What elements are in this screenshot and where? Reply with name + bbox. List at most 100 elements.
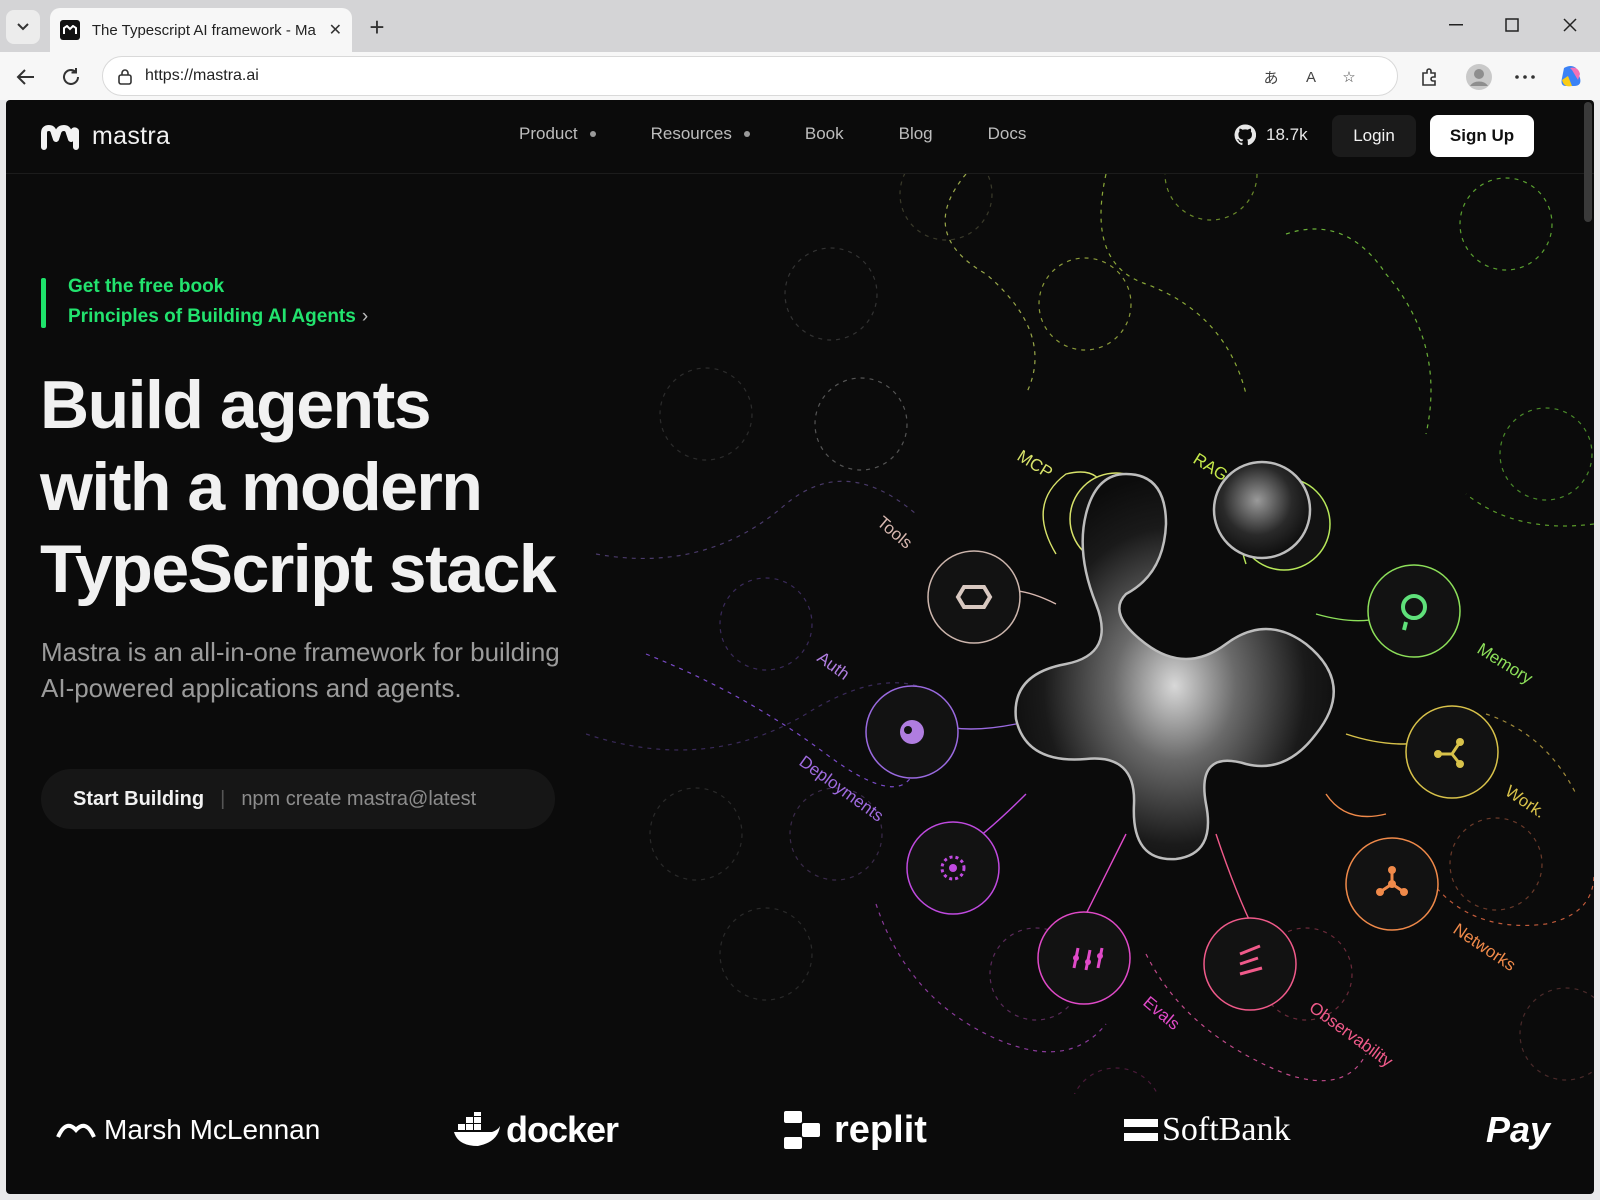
book-promo-line1[interactable]: Get the free book bbox=[68, 276, 224, 298]
headline-line: with a modern bbox=[40, 449, 483, 525]
login-button[interactable]: Login bbox=[1332, 115, 1416, 157]
label-workflows: Work. bbox=[1502, 782, 1549, 822]
read-aloud-icon[interactable]: A bbox=[1299, 66, 1323, 88]
label-tools: Tools bbox=[873, 513, 916, 553]
hero-headline: Build agents with a modern TypeScript st… bbox=[40, 364, 557, 610]
logo-text: replit bbox=[834, 1108, 927, 1151]
logo-text: docker bbox=[506, 1109, 619, 1150]
label-deployments: Deployments bbox=[796, 752, 887, 826]
nav-label: Product bbox=[519, 124, 578, 143]
node-memory bbox=[1367, 564, 1461, 658]
site-header: mastra Product Resources Book Blog Docs … bbox=[6, 100, 1594, 174]
browser-tab-active[interactable]: The Typescript AI framework - Ma ✕ bbox=[50, 8, 352, 52]
node-tools bbox=[927, 550, 1021, 644]
label-memory: Memory bbox=[1474, 639, 1537, 688]
address-bar[interactable]: https://mastra.ai あ A ☆ bbox=[102, 56, 1398, 96]
url-text[interactable]: https://mastra.ai bbox=[145, 67, 259, 85]
maximize-icon bbox=[1505, 18, 1519, 32]
mastra-logo-icon bbox=[41, 124, 79, 150]
cta-label: Start Building bbox=[73, 787, 205, 810]
tab-strip: The Typescript AI framework - Ma ✕ + bbox=[0, 0, 1600, 52]
tab-close-icon[interactable]: ✕ bbox=[329, 20, 342, 40]
extensions-button[interactable] bbox=[1412, 60, 1446, 94]
nav-item-docs[interactable]: Docs bbox=[988, 124, 1027, 144]
more-horizontal-icon bbox=[1515, 75, 1535, 79]
cta-command[interactable]: npm create mastra@latest bbox=[241, 788, 476, 811]
node-evals bbox=[1037, 911, 1131, 1005]
hero-subtitle: Mastra is an all-in-one framework for bu… bbox=[41, 634, 661, 706]
headline-line: Build agents bbox=[40, 367, 432, 443]
main-navigation: Product Resources Book Blog Docs bbox=[519, 124, 1081, 144]
back-button[interactable] bbox=[9, 60, 43, 94]
central-mastra-blob bbox=[1014, 460, 1336, 861]
nav-label: Book bbox=[804, 124, 844, 143]
logo-pay: Pay bbox=[1486, 1100, 1550, 1160]
reload-icon bbox=[63, 68, 79, 85]
logo-softbank: SoftBank bbox=[1124, 1100, 1290, 1160]
browser-toolbar: https://mastra.ai あ A ☆ bbox=[0, 52, 1600, 100]
node-workflows bbox=[1405, 705, 1499, 799]
github-star-count: 18.7k bbox=[1266, 125, 1308, 144]
arrow-left-icon bbox=[16, 69, 34, 85]
mastra-favicon-icon bbox=[60, 20, 80, 40]
mastra-logo[interactable]: mastra bbox=[40, 122, 170, 151]
minimize-icon bbox=[1449, 24, 1463, 26]
logo-replit: replit bbox=[782, 1100, 927, 1160]
book-accent-bar bbox=[41, 278, 46, 328]
nav-item-product[interactable]: Product bbox=[519, 124, 596, 144]
logo-text: Marsh McLennan bbox=[104, 1114, 321, 1145]
nav-label: Docs bbox=[987, 124, 1027, 143]
minimize-button[interactable] bbox=[1436, 10, 1476, 40]
signup-button[interactable]: Sign Up bbox=[1430, 115, 1534, 157]
docker-whale-icon bbox=[454, 1112, 500, 1146]
node-auth bbox=[865, 685, 959, 779]
label-observability: Observability bbox=[1306, 998, 1397, 1071]
translate-icon[interactable]: あ bbox=[1259, 66, 1283, 88]
reload-button[interactable] bbox=[54, 60, 88, 94]
nav-item-resources[interactable]: Resources bbox=[651, 124, 750, 144]
nav-item-blog[interactable]: Blog bbox=[899, 124, 933, 144]
label-networks: Networks bbox=[1450, 920, 1519, 975]
dropdown-dot-icon bbox=[743, 131, 750, 137]
label-auth: Auth bbox=[814, 648, 853, 684]
node-networks bbox=[1345, 837, 1439, 931]
subtitle-line: Mastra is an all-in-one framework for bu… bbox=[41, 637, 560, 667]
label-mcp: MCP bbox=[1014, 446, 1056, 482]
headline-line: TypeScript stack bbox=[40, 531, 557, 607]
page-viewport: mastra Product Resources Book Blog Docs … bbox=[6, 100, 1594, 1194]
maximize-button[interactable] bbox=[1492, 10, 1532, 40]
close-icon bbox=[1563, 18, 1577, 32]
github-stars-link[interactable]: 18.7k bbox=[1234, 124, 1308, 146]
copilot-icon bbox=[1561, 66, 1581, 87]
puzzle-icon bbox=[1422, 68, 1436, 86]
start-building-cta[interactable]: Start Building | npm create mastra@lates… bbox=[41, 769, 555, 829]
node-deployments bbox=[906, 821, 1000, 915]
nav-label: Blog bbox=[898, 124, 933, 143]
browser-window: The Typescript AI framework - Ma ✕ + htt… bbox=[0, 0, 1600, 1200]
new-tab-button[interactable]: + bbox=[362, 12, 392, 42]
dropdown-dot-icon bbox=[589, 131, 596, 137]
tab-actions-button[interactable] bbox=[6, 10, 40, 44]
github-icon bbox=[1234, 124, 1256, 146]
customer-logo-strip: Marsh McLennan docker replit SoftBank Pa… bbox=[6, 1100, 1594, 1160]
chevron-right-icon: › bbox=[361, 306, 369, 327]
book-promo-link[interactable]: Principles of Building AI Agents › bbox=[68, 306, 368, 328]
nav-label: Resources bbox=[650, 124, 732, 143]
book-title: Principles of Building AI Agents bbox=[68, 306, 356, 327]
more-menu-button[interactable] bbox=[1508, 60, 1542, 94]
marsh-mclennan-mark-icon bbox=[56, 1123, 96, 1138]
profile-button[interactable] bbox=[1462, 60, 1496, 94]
nav-item-book[interactable]: Book bbox=[805, 124, 844, 144]
logo-text: SoftBank bbox=[1162, 1111, 1291, 1148]
close-window-button[interactable] bbox=[1550, 10, 1590, 40]
chevron-down-icon bbox=[17, 23, 29, 31]
logo-wordmark: mastra bbox=[92, 122, 171, 150]
logo-docker: docker bbox=[452, 1100, 619, 1160]
copilot-button[interactable] bbox=[1554, 60, 1588, 94]
favorite-star-icon[interactable]: ☆ bbox=[1337, 66, 1361, 88]
softbank-bars-icon bbox=[1124, 1119, 1158, 1141]
tab-title: The Typescript AI framework - Ma bbox=[91, 21, 316, 39]
avatar-icon bbox=[1466, 64, 1492, 90]
logo-marsh-mclennan: Marsh McLennan bbox=[54, 1100, 320, 1160]
page-scrollbar-thumb[interactable] bbox=[1584, 102, 1592, 222]
